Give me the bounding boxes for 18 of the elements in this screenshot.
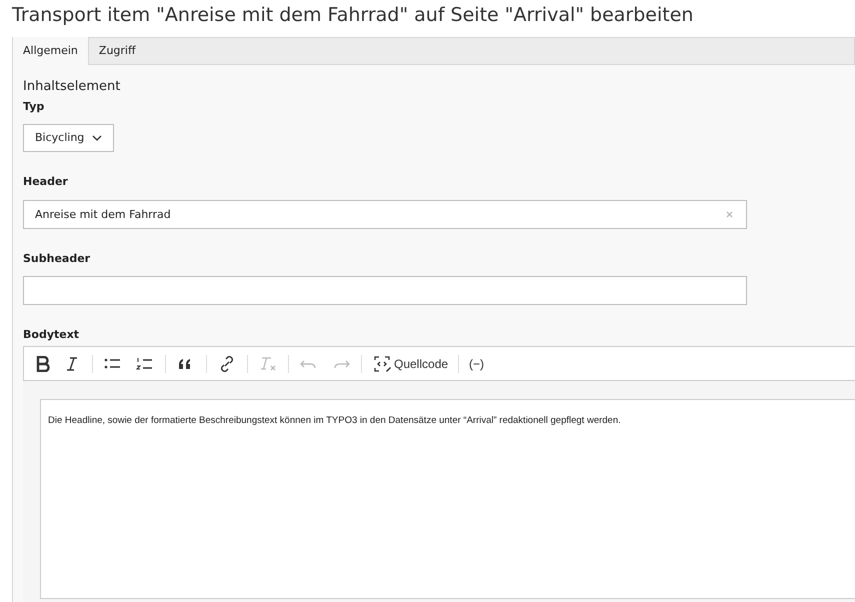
tab[interactable]: Allgemein	[13, 37, 89, 65]
subheader-input[interactable]	[23, 276, 747, 305]
tab[interactable]: Zugriff	[88, 37, 146, 65]
editor-content[interactable]: Die Headline, sowie der formatierte Beschreibungstext können im TYPO3 in den Datensätze unter “Arrival” redaktionell gepflegt werden.	[40, 399, 855, 599]
field-label: Bodytext	[23, 328, 80, 342]
source-button[interactable]: Quellcode	[368, 350, 452, 376]
section-title: Inhaltselement	[23, 79, 122, 95]
chevron-down-icon	[92, 135, 102, 141]
header-input[interactable]: Anreise mit dem Fahrrad	[23, 200, 747, 229]
source-code-icon	[372, 354, 392, 374]
type-select[interactable]: Bicycling	[23, 124, 114, 152]
field-label: Typ	[23, 100, 44, 114]
body-paragraph: Die Headline, sowie der formatierte Beschreibungstext können im TYPO3 in den Datensätze unter “Arrival” redaktionell gepflegt werden.	[48, 414, 622, 428]
field-label: Subheader	[23, 252, 90, 266]
field-label: Header	[23, 175, 68, 189]
page-title: Transport item "Anreise mit dem Fahrrad" auf Seite "Arrival" bearbeiten	[11, 3, 694, 28]
bold-icon	[36, 356, 50, 372]
text-button[interactable]: (−)	[465, 350, 488, 376]
